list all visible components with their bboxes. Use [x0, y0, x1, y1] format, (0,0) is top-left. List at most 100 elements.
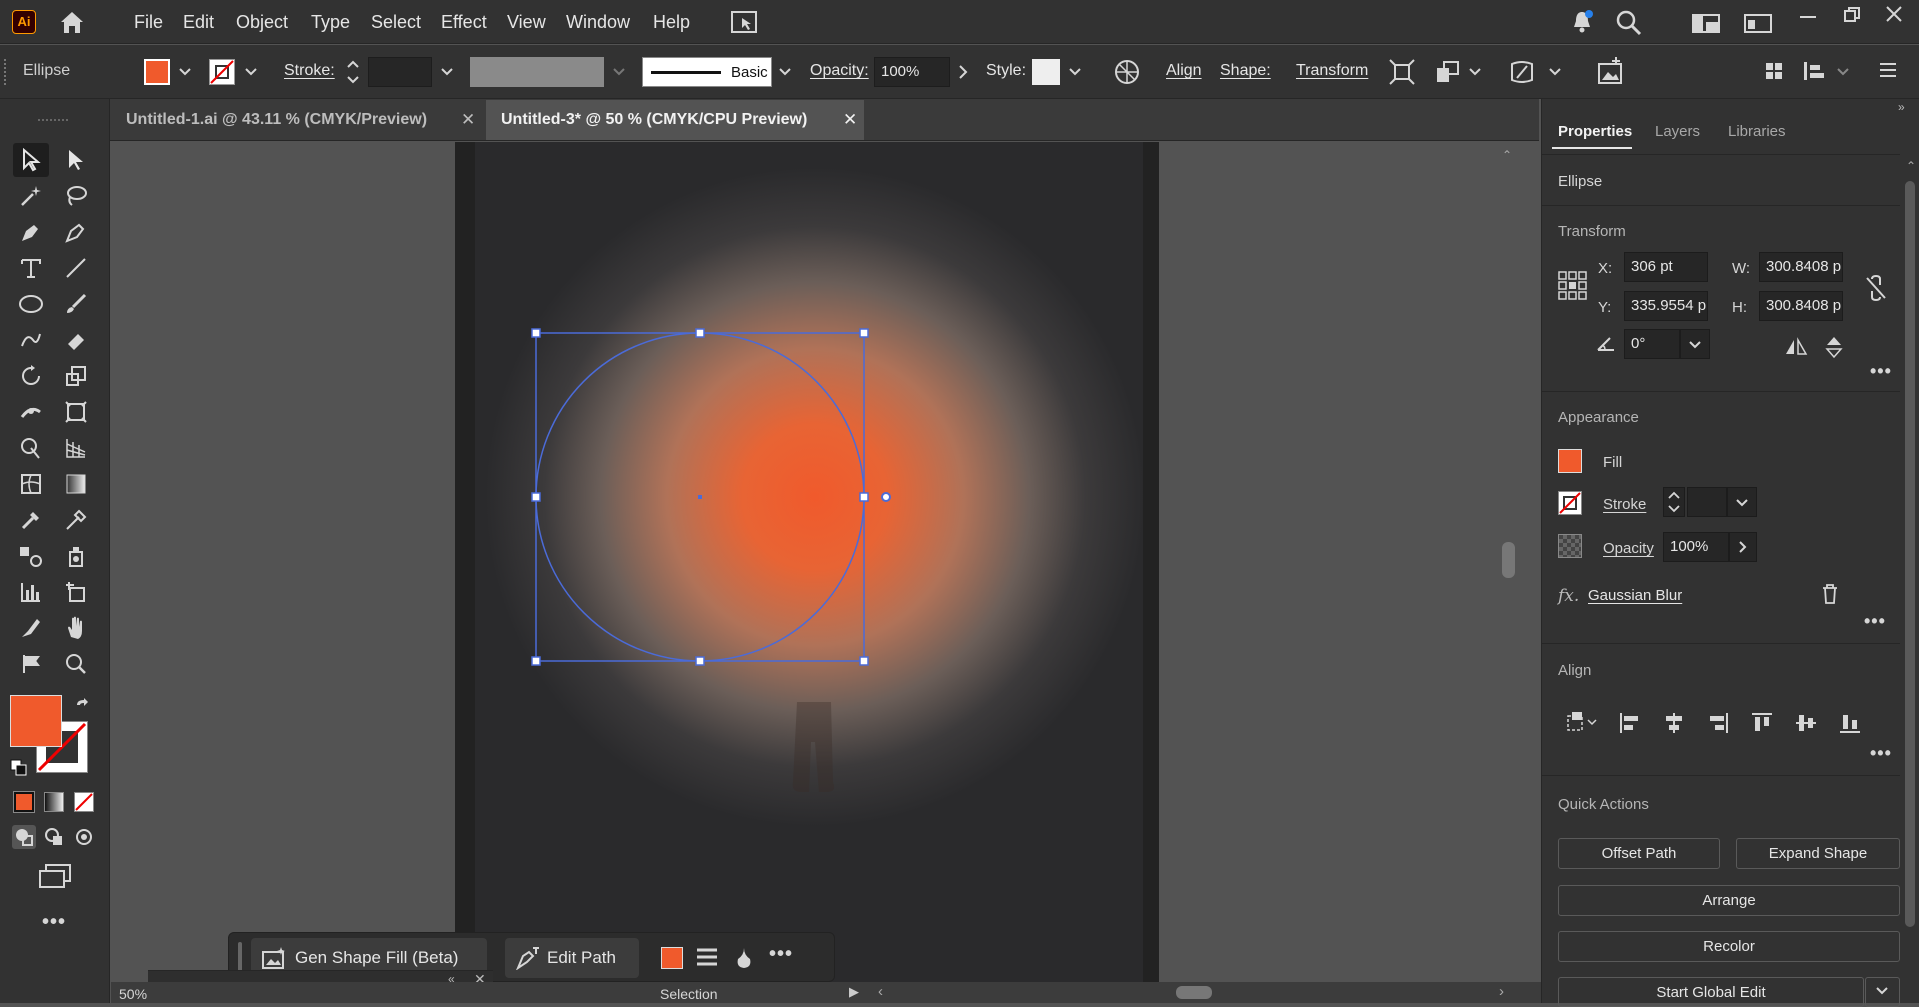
stroke-weight-stepper[interactable] [345, 57, 361, 87]
brush-definition[interactable]: Basic [642, 57, 772, 87]
color-mode-icon[interactable] [13, 791, 35, 813]
blend-tool-icon[interactable] [13, 539, 49, 573]
stroke-weight-dropdown-icon[interactable] [440, 67, 454, 77]
reference-point-icon[interactable] [1558, 271, 1588, 301]
hand-tool-icon[interactable] [58, 611, 94, 645]
menu-select[interactable]: Select [371, 12, 421, 33]
variable-width-dropdown-icon[interactable] [612, 67, 626, 77]
arrange-button[interactable]: Arrange [1558, 885, 1900, 916]
draw-behind-icon[interactable] [42, 825, 66, 849]
free-transform-tool-icon[interactable] [58, 395, 94, 429]
stroke-weight-field[interactable] [1687, 487, 1727, 517]
recolor-button[interactable]: Recolor [1558, 931, 1900, 962]
align-horizontal-center-icon[interactable] [1662, 711, 1686, 735]
collapse-panels-icon[interactable]: » [1898, 100, 1905, 114]
context-fill-swatch[interactable] [661, 947, 683, 969]
rotate-angle-icon[interactable] [1596, 334, 1618, 352]
panel-scroll-thumb[interactable] [1905, 181, 1915, 927]
notifications-icon[interactable] [1570, 9, 1594, 35]
menu-type[interactable]: Type [311, 12, 350, 33]
mesh-tool-icon[interactable] [13, 467, 49, 501]
stroke-weight-dropdown[interactable] [1727, 487, 1757, 517]
measure-tool-icon[interactable] [58, 503, 94, 537]
menu-object[interactable]: Object [236, 12, 288, 33]
arrange-dropdown-icon[interactable] [1468, 67, 1482, 77]
stroke-weight-input[interactable] [368, 57, 432, 87]
stroke-label[interactable]: Stroke: [284, 62, 335, 80]
tab-properties[interactable]: Properties [1558, 123, 1632, 140]
zoom-level[interactable]: 50% [119, 986, 147, 1002]
default-fill-stroke-icon[interactable] [10, 759, 28, 777]
menu-file[interactable]: File [134, 12, 163, 33]
envelope-dropdown-icon[interactable] [1548, 67, 1562, 77]
expand-shape-button[interactable]: Expand Shape [1736, 838, 1900, 869]
home-icon[interactable] [58, 10, 86, 34]
shape-link[interactable]: Shape: [1220, 62, 1271, 80]
none-mode-icon[interactable] [74, 792, 94, 812]
fill-dropdown-icon[interactable] [178, 67, 192, 77]
canvas[interactable]: ⌃ [111, 142, 1517, 982]
edit-path-button[interactable]: Edit Path [505, 938, 639, 978]
stroke-options-icon[interactable] [695, 947, 719, 969]
align-left-icon[interactable] [1618, 711, 1642, 735]
height-input[interactable]: 300.8408 p [1759, 291, 1843, 321]
opacity-expand-icon[interactable] [958, 64, 968, 80]
close-tab-icon[interactable]: ✕ [461, 100, 475, 140]
draw-normal-icon[interactable] [12, 825, 36, 849]
horizontal-scroll-right-icon[interactable]: › [1499, 983, 1504, 1000]
tab-libraries[interactable]: Libraries [1728, 123, 1786, 140]
curvature-tool-icon[interactable] [58, 215, 94, 249]
tab-layers[interactable]: Layers [1655, 123, 1700, 140]
symbol-sprayer-tool-icon[interactable] [58, 539, 94, 573]
shaper-tool-icon[interactable] [13, 323, 49, 357]
flip-vertical-icon[interactable] [1824, 335, 1844, 359]
restore-icon[interactable] [1843, 6, 1861, 24]
column-graph-tool-icon[interactable] [13, 575, 49, 609]
line-segment-tool-icon[interactable] [58, 251, 94, 285]
menu-help[interactable]: Help [653, 12, 690, 33]
opacity-expand-button[interactable] [1729, 532, 1757, 562]
type-tool-icon[interactable] [13, 251, 49, 285]
artboard-tool-icon[interactable] [58, 575, 94, 609]
align-link[interactable]: Align [1166, 62, 1202, 80]
appearance-fill-swatch[interactable] [1558, 449, 1582, 473]
stroke-swatch[interactable] [209, 59, 235, 85]
stroke-dropdown-icon[interactable] [244, 67, 258, 77]
perspective-grid-tool-icon[interactable] [58, 431, 94, 465]
opacity-label[interactable]: Opacity [1603, 540, 1654, 557]
distribute-icon[interactable] [1802, 59, 1828, 83]
opacity-label[interactable]: Opacity: [810, 62, 869, 80]
shape-builder-tool-icon[interactable] [13, 431, 49, 465]
panel-scrollbar[interactable]: ⌃ [1902, 159, 1918, 1003]
width-tool-icon[interactable] [13, 395, 49, 429]
opacity-input[interactable]: 100% [1663, 532, 1729, 562]
rotation-input[interactable]: 0° [1624, 329, 1680, 359]
rotate-tool-icon[interactable] [13, 359, 49, 393]
paintbrush-tool-icon[interactable] [58, 287, 94, 321]
envelope-distort-icon[interactable] [1508, 58, 1536, 86]
panel-scroll-up-icon[interactable]: ⌃ [1906, 159, 1916, 173]
status-next-icon[interactable]: ▶ [849, 984, 859, 1000]
print-tiling-tool-icon[interactable] [13, 647, 49, 681]
align-bottom-icon[interactable] [1838, 711, 1862, 735]
align-vertical-center-icon[interactable] [1794, 711, 1818, 735]
offset-path-button[interactable]: Offset Path [1558, 838, 1720, 869]
stroke-weight-stepper[interactable] [1663, 487, 1685, 517]
align-more-options-icon[interactable]: ••• [1870, 743, 1892, 764]
appearance-stroke-swatch[interactable] [1558, 491, 1582, 515]
lasso-tool-icon[interactable] [58, 179, 94, 213]
search-icon[interactable] [1616, 10, 1642, 36]
zoom-tool-icon[interactable] [58, 647, 94, 681]
gradient-tool-icon[interactable] [58, 467, 94, 501]
x-input[interactable]: 306 pt [1624, 252, 1708, 282]
menu-edit[interactable]: Edit [183, 12, 214, 33]
align-right-icon[interactable] [1706, 711, 1730, 735]
distribute-dropdown-icon[interactable] [1836, 67, 1850, 77]
control-bar-menu-icon[interactable] [1878, 61, 1898, 79]
mask-icon[interactable] [733, 945, 755, 971]
panel-layout-icon[interactable] [1744, 12, 1772, 34]
arrange-documents-icon[interactable] [730, 10, 758, 34]
minimize-icon[interactable] [1800, 14, 1818, 20]
scale-tool-icon[interactable] [58, 359, 94, 393]
vertical-scrollbar[interactable]: ⌃ [1499, 142, 1517, 982]
